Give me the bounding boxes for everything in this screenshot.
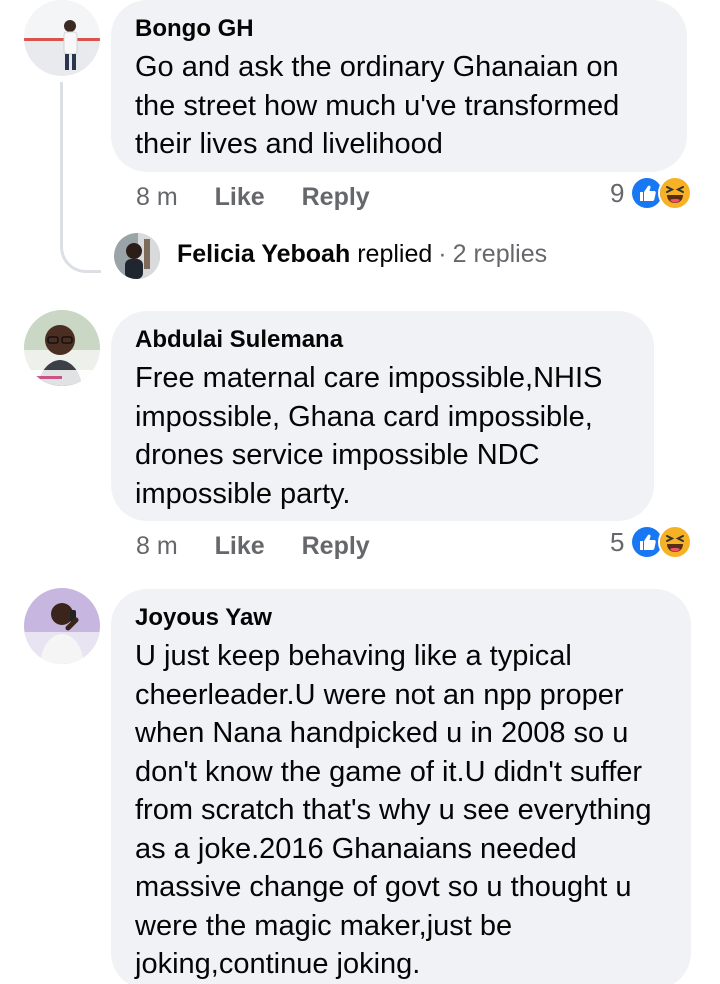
avatar-abdulai-sulemana[interactable] (24, 310, 100, 386)
comment-bubble: Abdulai Sulemana Free maternal care impo… (111, 311, 654, 521)
comment-timestamp[interactable]: 8 m (136, 531, 178, 561)
avatar-photo (24, 310, 100, 386)
reply-author-name: Felicia Yeboah (177, 240, 351, 268)
haha-icon (658, 176, 693, 210)
view-replies-link[interactable]: Felicia Yeboah replied · 2 replies (177, 240, 547, 269)
comment-text: Free maternal care impossible,NHIS impos… (135, 362, 603, 510)
like-button[interactable]: Like (215, 531, 265, 561)
comment-text: U just keep behaving like a typical chee… (135, 640, 652, 980)
comment-bubble: Bongo GH Go and ask the ordinary Ghanaia… (111, 0, 687, 172)
reply-button[interactable]: Reply (302, 531, 370, 561)
reaction-count: 9 (610, 177, 625, 208)
separator-dot: · (438, 240, 447, 268)
reaction-summary[interactable]: 9 (610, 176, 693, 210)
haha-icon (658, 525, 693, 559)
comment-author[interactable]: Abdulai Sulemana (135, 325, 630, 355)
avatar-photo (114, 233, 160, 279)
comment-timestamp[interactable]: 8 m (136, 182, 178, 212)
comment-actions: 8 m Like Reply (136, 182, 370, 212)
comment-bubble: Joyous Yaw U just keep behaving like a t… (111, 589, 691, 984)
comments-section: Bongo GH Go and ask the ordinary Ghanaia… (0, 0, 720, 984)
reaction-count: 5 (610, 526, 625, 557)
avatar-photo (24, 0, 100, 76)
reply-thread-line (60, 82, 101, 273)
avatar-joyous-yaw[interactable] (24, 588, 100, 664)
avatar-photo (24, 588, 100, 664)
reply-button[interactable]: Reply (302, 182, 370, 212)
reaction-summary[interactable]: 5 (610, 525, 693, 559)
avatar-felicia-yeboah[interactable] (114, 233, 160, 279)
comment-actions: 8 m Like Reply (136, 531, 370, 561)
comment-text: Go and ask the ordinary Ghanaian on the … (135, 51, 620, 160)
comment-author[interactable]: Joyous Yaw (135, 603, 667, 633)
reply-count: 2 replies (452, 240, 548, 268)
avatar-bongo-gh[interactable] (24, 0, 100, 76)
reply-verb: replied (357, 240, 433, 268)
comment-author[interactable]: Bongo GH (135, 14, 663, 44)
like-button[interactable]: Like (215, 182, 265, 212)
